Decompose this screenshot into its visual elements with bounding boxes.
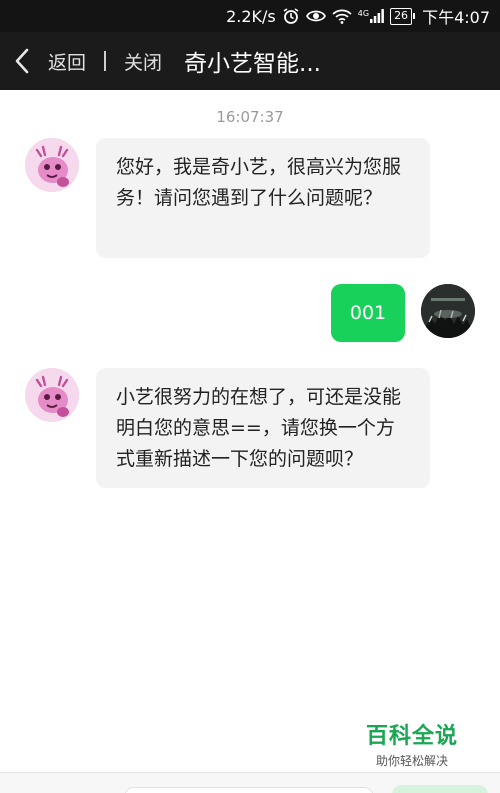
chat-area[interactable]: 16:07:37 您好，我是奇小艺，很高兴为您服务！请问您遇到了什么问题呢？ 0… <box>0 90 500 770</box>
wifi-icon <box>332 8 352 24</box>
alarm-icon <box>282 7 300 25</box>
battery-level: 26 <box>394 8 409 22</box>
network-speed: 2.2K/s <box>226 6 276 26</box>
bot-avatar[interactable] <box>25 368 79 422</box>
message-input[interactable] <box>124 787 374 793</box>
bot-message-bubble[interactable]: 您好，我是奇小艺，很高兴为您服务！请问您遇到了什么问题呢？ <box>96 138 430 258</box>
watermark-logo: 百科全说 助你轻松解决 <box>364 718 460 769</box>
message-timestamp: 16:07:37 <box>216 108 284 126</box>
send-button[interactable] <box>392 785 488 793</box>
page-title: 奇小艺智能... <box>184 51 321 77</box>
header-divider <box>104 51 107 71</box>
user-avatar[interactable] <box>421 284 475 338</box>
title-bar: 返回 关闭 奇小艺智能... <box>0 32 500 90</box>
back-arrow-icon[interactable] <box>14 46 36 76</box>
watermark-subtitle: 助你轻松解决 <box>375 754 448 768</box>
user-message-bubble[interactable]: 001 <box>331 284 405 342</box>
status-bar: 2.2K/s 4G 26 下午4:07 <box>0 0 500 32</box>
network-type: 4G <box>357 9 370 18</box>
close-button[interactable]: 关闭 <box>124 48 162 75</box>
clock: 下午4:07 <box>422 8 490 27</box>
input-bar <box>0 772 500 793</box>
signal-icon: 4G <box>358 9 384 23</box>
eye-icon <box>305 8 326 24</box>
battery-icon: 26 <box>390 7 416 25</box>
back-button[interactable]: 返回 <box>48 48 86 75</box>
bot-avatar[interactable] <box>25 138 79 192</box>
watermark-title: 百科全说 <box>365 724 458 749</box>
bot-message-bubble[interactable]: 小艺很努力的在想了，可还是没能明白您的意思==，请您换一个方式重新描述一下您的问… <box>96 368 430 488</box>
